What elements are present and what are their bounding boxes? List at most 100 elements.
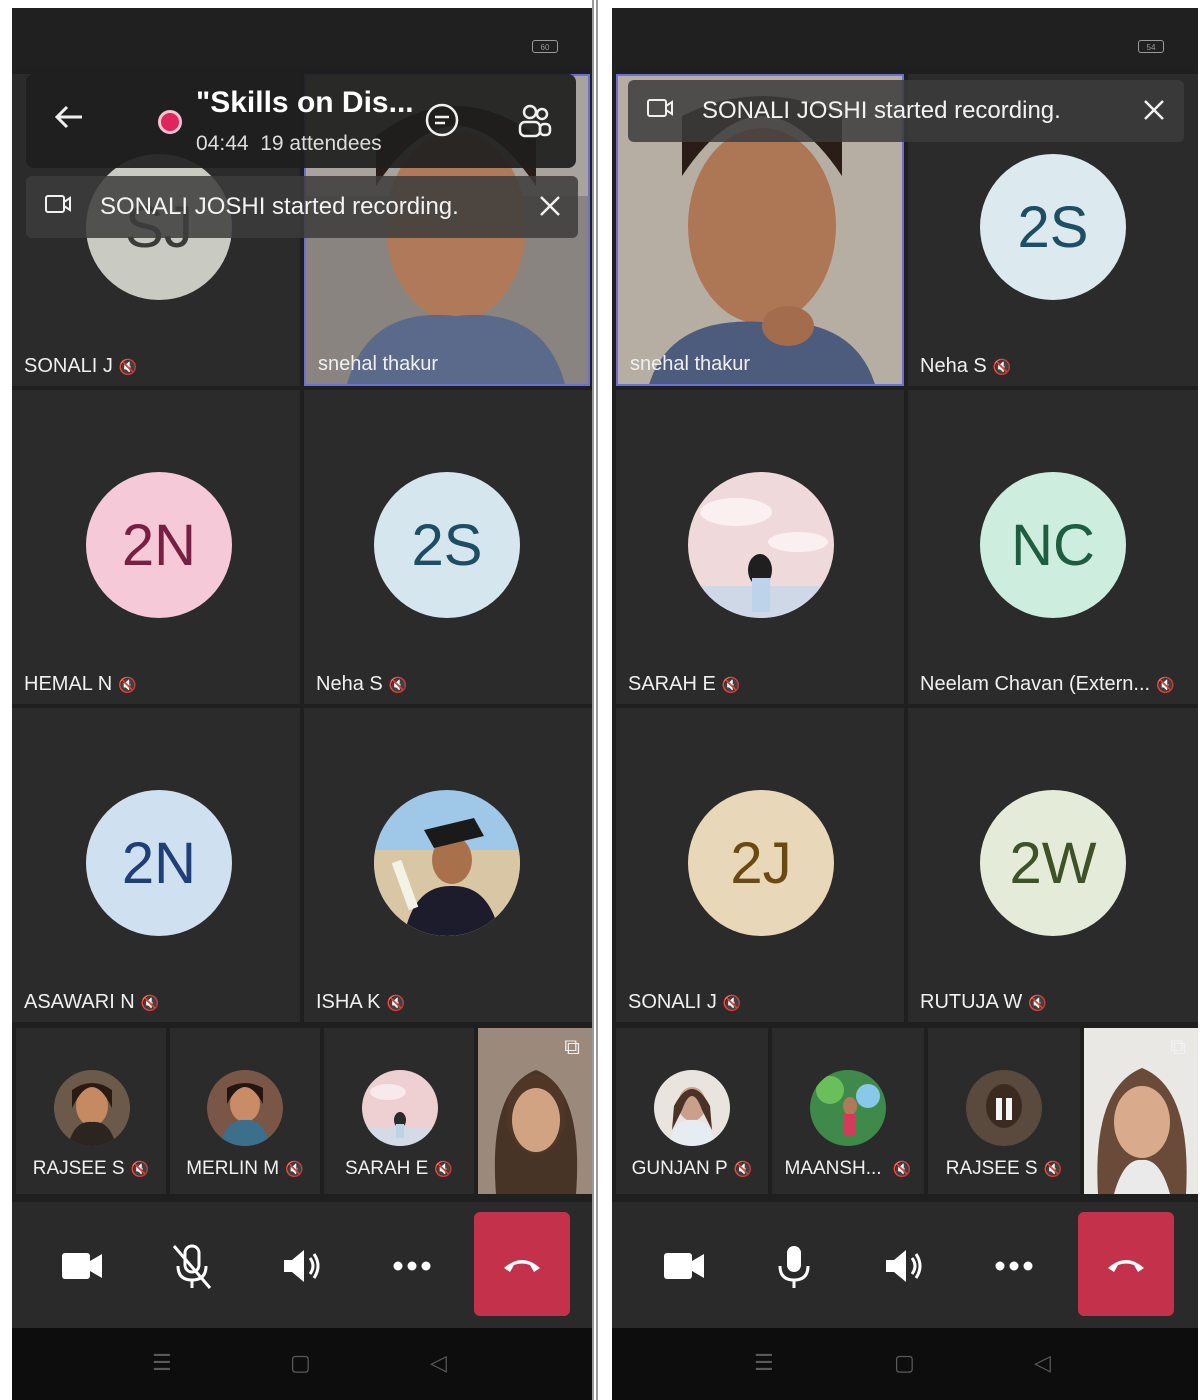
- avatar: 2W: [980, 790, 1126, 936]
- participant-tile[interactable]: NC Neelam Chavan (Extern... 🔇: [908, 390, 1198, 704]
- chat-icon[interactable]: [424, 102, 460, 143]
- switch-camera-icon[interactable]: ⧉: [564, 1034, 580, 1060]
- phone-screen-right: 54 snehal thakur 2S Neha S 🔇 SARAH E 🔇 N…: [612, 8, 1198, 1400]
- battery-icon: 60: [532, 40, 558, 53]
- speaker-icon: [284, 1250, 320, 1282]
- participant-tile[interactable]: 2N HEMAL N 🔇: [12, 390, 300, 704]
- back-nav-icon[interactable]: ◁: [430, 1350, 447, 1376]
- participant-name: MERLIN M 🔇: [186, 1158, 304, 1179]
- mic-icon: [778, 1246, 810, 1288]
- menu-nav-icon[interactable]: ☰: [754, 1350, 774, 1376]
- participant-tile[interactable]: ISHA K 🔇: [304, 708, 592, 1022]
- participant-small-tile[interactable]: RAJSEE S 🔇: [16, 1028, 166, 1194]
- mic-off-icon: 🔇: [386, 995, 406, 1012]
- avatar-photo: [207, 1070, 283, 1146]
- back-nav-icon[interactable]: ◁: [1034, 1350, 1051, 1376]
- close-icon[interactable]: [538, 194, 562, 225]
- mic-off-icon: 🔇: [721, 677, 741, 694]
- video-camera-icon: [44, 193, 72, 222]
- self-view-video[interactable]: ⧉: [1084, 1028, 1198, 1194]
- graduation-photo-avatar: [374, 790, 520, 936]
- participant-tile[interactable]: 2J SONALI J 🔇: [616, 708, 904, 1022]
- meeting-title: "Skills on Dis...: [196, 86, 414, 119]
- avatar: NC: [980, 472, 1126, 618]
- avatar: 2S: [980, 154, 1126, 300]
- meeting-duration: 04:44: [196, 132, 249, 155]
- mic-off-icon: 🔇: [892, 1161, 912, 1178]
- camera-button[interactable]: [42, 1226, 122, 1306]
- mic-off-icon: 🔇: [118, 359, 138, 376]
- participant-name: SONALI J 🔇: [24, 355, 138, 377]
- meeting-header: "Skills on Dis... 04:44 19 attendees: [26, 74, 576, 168]
- participant-name: Neha S 🔇: [920, 355, 1012, 377]
- recording-notification: SONALI JOSHI started recording.: [26, 176, 578, 238]
- menu-nav-icon[interactable]: ☰: [152, 1350, 172, 1376]
- phone-screen-left: 60 SJ SONALI J🔇 snehal thakur 2N HEMAL N…: [12, 8, 592, 1400]
- more-icon: [393, 1261, 431, 1271]
- participant-name: MAANSH... 🔇: [784, 1158, 912, 1179]
- sky-illustration-avatar: [688, 472, 834, 618]
- participant-tile[interactable]: 2N ASAWARI N 🔇: [12, 708, 300, 1022]
- hang-up-icon: [1108, 1260, 1144, 1272]
- avatar: 2S: [374, 472, 520, 618]
- participant-name: RAJSEE S 🔇: [945, 1158, 1063, 1179]
- participant-tile[interactable]: 2W RUTUJA W 🔇: [908, 708, 1198, 1022]
- microphone-button[interactable]: [754, 1226, 834, 1306]
- mic-off-icon: 🔇: [118, 677, 137, 694]
- participant-name: SONALI J 🔇: [628, 991, 742, 1013]
- switch-camera-icon[interactable]: ⧉: [1170, 1034, 1186, 1060]
- end-call-button[interactable]: [474, 1212, 570, 1316]
- recording-indicator-icon: [158, 110, 182, 134]
- status-bar: 60: [12, 8, 592, 70]
- mic-off-icon: 🔇: [434, 1161, 454, 1178]
- participant-name: RUTUJA W 🔇: [920, 991, 1047, 1013]
- more-options-button[interactable]: [372, 1226, 452, 1306]
- notification-text: SONALI JOSHI started recording.: [100, 193, 459, 220]
- participant-tile[interactable]: 2S Neha S 🔇: [304, 390, 592, 704]
- mic-off-icon: 🔇: [1043, 1161, 1063, 1178]
- android-nav-bar: ☰ ▢ ◁: [612, 1328, 1198, 1400]
- camera-button[interactable]: [644, 1226, 724, 1306]
- back-arrow-icon[interactable]: [52, 100, 86, 139]
- close-icon[interactable]: [1142, 98, 1166, 129]
- mic-off-icon: 🔇: [285, 1161, 304, 1178]
- participant-name: HEMAL N 🔇: [24, 673, 137, 695]
- mic-off-icon: 🔇: [733, 1161, 753, 1178]
- participant-small-tile[interactable]: MAANSH... 🔇: [772, 1028, 924, 1194]
- home-nav-icon[interactable]: ▢: [894, 1350, 915, 1376]
- mic-off-icon: 🔇: [388, 677, 408, 694]
- participant-small-tile[interactable]: RAJSEE S 🔇: [928, 1028, 1080, 1194]
- participant-name: Neelam Chavan (Extern... 🔇: [920, 673, 1175, 695]
- avatar: 2N: [86, 790, 232, 936]
- mic-off-icon: 🔇: [130, 1161, 150, 1178]
- participant-name: SARAH E 🔇: [344, 1158, 454, 1179]
- participant-tile[interactable]: SARAH E 🔇: [616, 390, 904, 704]
- video-camera-icon: [646, 97, 674, 126]
- call-controls: [12, 1202, 592, 1328]
- screenshot-divider: [592, 0, 598, 1400]
- avatar: 2N: [86, 472, 232, 618]
- mic-off-icon: 🔇: [992, 359, 1012, 376]
- home-nav-icon[interactable]: ▢: [290, 1350, 311, 1376]
- video-camera-icon: [62, 1253, 102, 1279]
- speaker-button[interactable]: [262, 1226, 342, 1306]
- speaker-icon: [886, 1250, 922, 1282]
- more-options-button[interactable]: [974, 1226, 1054, 1306]
- end-call-button[interactable]: [1078, 1212, 1174, 1316]
- participant-small-tile[interactable]: GUNJAN P 🔇: [616, 1028, 768, 1194]
- participant-name: ISHA K 🔇: [316, 991, 406, 1013]
- avatar-photo: [966, 1070, 1042, 1146]
- self-view-video[interactable]: ⧉: [478, 1028, 592, 1194]
- mic-off-icon: 🔇: [140, 995, 160, 1012]
- avatar-photo: [810, 1070, 886, 1146]
- participant-small-tile[interactable]: SARAH E 🔇: [324, 1028, 474, 1194]
- android-nav-bar: ☰ ▢ ◁: [12, 1328, 592, 1400]
- notification-text: SONALI JOSHI started recording.: [702, 97, 1061, 124]
- participant-name: GUNJAN P 🔇: [631, 1158, 753, 1179]
- participant-name: SARAH E 🔇: [628, 673, 741, 695]
- participant-name: RAJSEE S 🔇: [32, 1158, 150, 1179]
- participants-icon[interactable]: [514, 100, 554, 145]
- mute-button[interactable]: [152, 1226, 232, 1306]
- participant-small-tile[interactable]: MERLIN M 🔇: [170, 1028, 320, 1194]
- speaker-button[interactable]: [864, 1226, 944, 1306]
